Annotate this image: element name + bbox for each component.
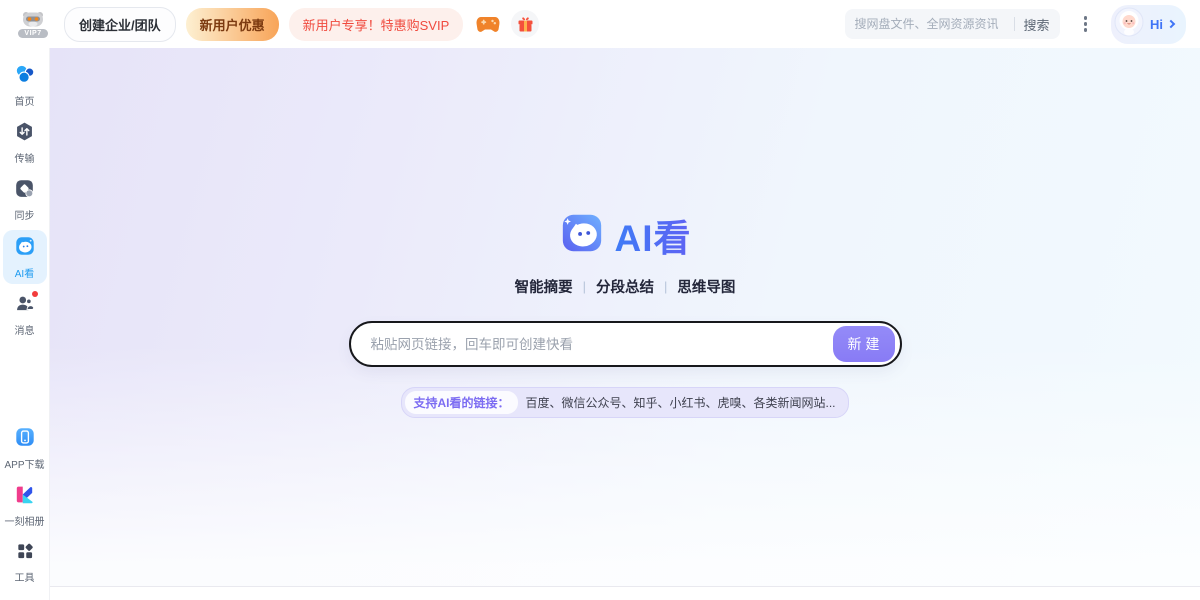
sidebar-item-album[interactable]: 一刻相册: [3, 479, 47, 532]
sidebar-item-label: 同步: [15, 207, 35, 222]
transfer-icon: [14, 121, 35, 147]
user-avatar-pill[interactable]: Hi: [1111, 5, 1186, 44]
netdisk-home-icon: [14, 63, 36, 90]
sidebar-item-label: APP下载: [4, 456, 44, 471]
sidebar-item-home[interactable]: 首页: [3, 58, 47, 112]
chevron-right-icon: [1167, 20, 1175, 28]
global-search-box: 搜索: [845, 9, 1060, 39]
sync-icon: [14, 178, 35, 204]
sidebar-item-tools[interactable]: 工具: [3, 536, 47, 588]
ai-view-icon: [14, 235, 36, 262]
gift-icon[interactable]: [511, 10, 539, 38]
supported-links-hint: 支持AI看的链接： 百度、微信公众号、知乎、小红书、虎嗅、各类新闻网站...: [401, 387, 848, 418]
ai-view-logo-text: AI看: [615, 208, 692, 262]
vip-badge: VIP7: [18, 29, 47, 38]
sidebar-item-label: 一刻相册: [5, 513, 45, 528]
top-header: VIP7 创建企业/团队 新用户优惠 新用户专享！特惠购SVIP 搜索: [0, 0, 1200, 48]
hint-sites: 百度、微信公众号、知乎、小红书、虎嗅、各类新闻网站...: [526, 394, 836, 411]
sidebar-item-label: AI看: [15, 265, 34, 280]
sidebar-item-sync[interactable]: 同步: [3, 173, 47, 226]
create-button[interactable]: 新 建: [833, 326, 895, 362]
sidebar-item-label: 消息: [15, 322, 35, 337]
ai-view-hero-logo: AI看: [559, 208, 692, 262]
tagline-item: 思维导图: [677, 276, 735, 297]
greeting-text: Hi: [1150, 17, 1163, 32]
link-input-bar: 新 建: [349, 321, 902, 367]
tools-grid-icon: [15, 541, 35, 566]
notification-dot: [32, 291, 38, 297]
sidebar-item-label: 工具: [15, 569, 35, 584]
new-user-offer-button[interactable]: 新用户优惠: [186, 8, 279, 41]
svip-promo-button[interactable]: 新用户专享！特惠购SVIP: [289, 8, 464, 41]
messages-icon: [14, 293, 35, 319]
avatar: [1114, 7, 1144, 42]
create-team-button[interactable]: 创建企业/团队: [64, 7, 176, 42]
game-icon[interactable]: [475, 11, 501, 37]
tagline-item: 智能摘要: [515, 276, 573, 297]
sidebar-item-transfer[interactable]: 传输: [3, 116, 47, 169]
sidebar-item-label: 传输: [15, 150, 35, 165]
album-icon: [14, 484, 35, 510]
tagline-item: 分段总结: [596, 276, 654, 297]
more-menu-icon[interactable]: [1076, 10, 1096, 38]
search-input[interactable]: [855, 17, 1007, 31]
sidebar-item-ai-view[interactable]: AI看: [3, 230, 47, 284]
tagline-separator: |: [664, 279, 667, 294]
sidebar-item-messages[interactable]: 消息: [3, 288, 47, 341]
paste-link-input[interactable]: [371, 337, 833, 352]
netdisk-mascot-logo[interactable]: VIP7: [12, 10, 54, 38]
left-sidebar: 首页 传输 同步: [0, 48, 50, 600]
tagline-separator: |: [583, 279, 586, 294]
search-divider: [1014, 17, 1015, 31]
hint-label: 支持AI看的链接：: [405, 391, 517, 414]
feature-tagline: 智能摘要 | 分段总结 | 思维导图: [515, 276, 736, 297]
app-download-icon: [14, 426, 36, 453]
sidebar-item-label: 首页: [15, 93, 35, 108]
ai-view-logo-icon: [559, 210, 605, 261]
sidebar-item-app-download[interactable]: APP下载: [3, 421, 47, 475]
main-panel: AI看 智能摘要 | 分段总结 | 思维导图 新 建 支持AI看的链接： 百度、…: [50, 48, 1200, 600]
search-button[interactable]: 搜索: [1023, 15, 1049, 34]
